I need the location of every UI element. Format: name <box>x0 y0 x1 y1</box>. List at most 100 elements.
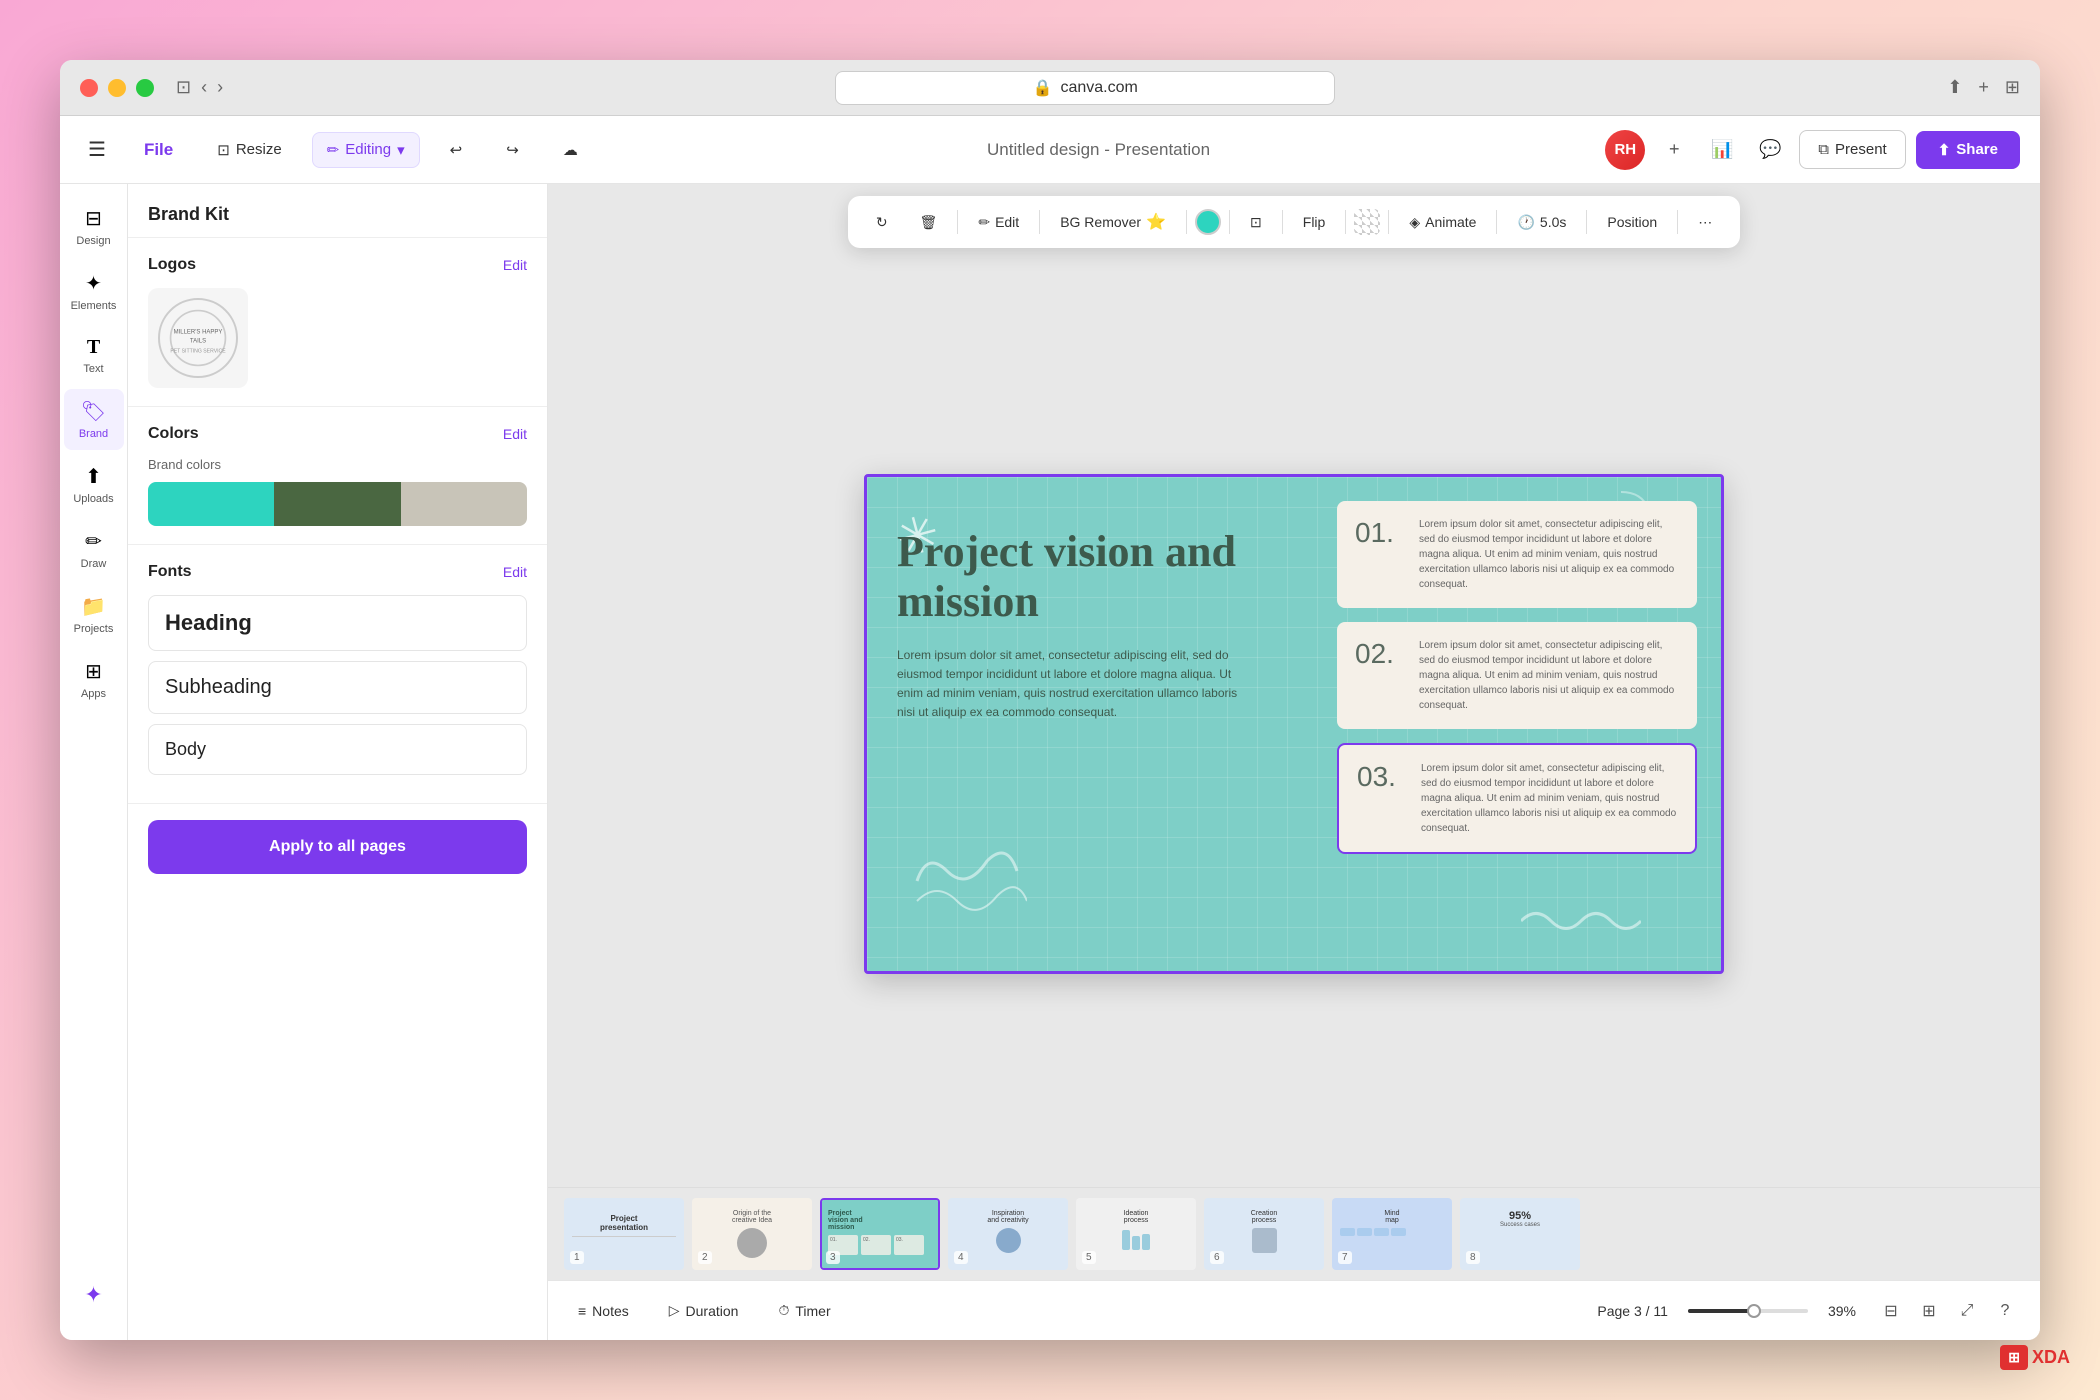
thumbnail-4[interactable]: Inspiration and creativity 4 <box>948 1198 1068 1270</box>
magic-button[interactable]: ✦ <box>64 1272 124 1318</box>
colors-edit-link[interactable]: Edit <box>503 426 527 442</box>
grid-view-button[interactable]: ⊞ <box>1914 1296 1944 1326</box>
toolbar-actions: RH + 📊 💬 ⧉ Present ⬆ Share <box>1605 130 2020 170</box>
spiral-decoration <box>907 841 1027 921</box>
share-icon[interactable]: ⬆ <box>1947 77 1962 98</box>
analytics-button[interactable]: 📊 <box>1703 131 1741 169</box>
fonts-edit-link[interactable]: Edit <box>503 564 527 580</box>
slide-canvas[interactable]: ✳ Project vision and mission Lorem <box>864 474 1724 974</box>
position-button[interactable]: Position <box>1595 206 1669 238</box>
notes-icon: ≡ <box>578 1303 586 1319</box>
color-swatch-teal[interactable] <box>148 482 274 526</box>
divider-10 <box>1677 210 1678 234</box>
divider-1 <box>957 210 958 234</box>
sidebar-item-draw[interactable]: ✏ Draw <box>64 519 124 580</box>
file-button[interactable]: File <box>130 132 187 168</box>
thumbnail-6[interactable]: Creation process 6 <box>1204 1198 1324 1270</box>
nav-forward-icon[interactable]: › <box>217 77 223 98</box>
single-view-button[interactable]: ⊟ <box>1876 1296 1906 1326</box>
app-window: ⊡ ‹ › 🔒 canva.com ⬆ + ⊞ ☰ File ⊡ Resize … <box>60 60 2040 1340</box>
redo-button[interactable]: ↪ <box>492 133 533 167</box>
refresh-button[interactable]: ↻ <box>864 206 900 239</box>
fullscreen-window-button[interactable] <box>136 79 154 97</box>
crop-button[interactable]: ⊡ <box>1238 206 1274 239</box>
color-swatch-beige[interactable] <box>401 482 527 526</box>
animate-button[interactable]: ◈ Animate <box>1397 206 1488 239</box>
card-3-number: 03. <box>1357 761 1407 793</box>
projects-icon: 📁 <box>81 594 106 619</box>
color-picker-button[interactable] <box>1195 209 1221 235</box>
thumbnail-5[interactable]: Ideation process 5 <box>1076 1198 1196 1270</box>
card-1-text: Lorem ipsum dolor sit amet, consectetur … <box>1419 517 1679 592</box>
help-button[interactable]: ? <box>1990 1296 2020 1326</box>
fullscreen-button[interactable]: ⤢ <box>1952 1296 1982 1326</box>
sidebar-item-text[interactable]: T Text <box>64 326 124 385</box>
thumb-8-number: 8 <box>1466 1251 1480 1264</box>
sidebar-item-brand[interactable]: 🏷 Brand <box>64 389 124 450</box>
thumbnail-1[interactable]: Project presentation 1 <box>564 1198 684 1270</box>
duration-button[interactable]: 🕐 5.0s <box>1505 206 1578 239</box>
undo-button[interactable]: ↩ <box>436 133 477 167</box>
comments-button[interactable]: 💬 <box>1751 131 1789 169</box>
divider-3 <box>1186 210 1187 234</box>
add-collaborator-button[interactable]: + <box>1655 131 1693 169</box>
minimize-window-button[interactable] <box>108 79 126 97</box>
slide-main-title: Project vision and mission <box>897 527 1257 628</box>
address-bar[interactable]: 🔒 canva.com <box>835 71 1335 105</box>
sidebar-item-uploads[interactable]: ⬆ Uploads <box>64 454 124 515</box>
new-tab-icon[interactable]: + <box>1978 77 1989 98</box>
slider-thumb[interactable] <box>1747 1304 1761 1318</box>
sidebar-toggle-icon[interactable]: ⊡ <box>176 77 191 98</box>
divider-6 <box>1345 210 1346 234</box>
divider-4 <box>1229 210 1230 234</box>
window-icon[interactable]: ⊞ <box>2005 77 2020 98</box>
thumbnail-7[interactable]: Mind map 7 <box>1332 1198 1452 1270</box>
resize-button[interactable]: ⊡ Resize <box>203 133 295 167</box>
present-button[interactable]: ⧉ Present <box>1799 130 1905 169</box>
zoom-percent: 39% <box>1828 1303 1856 1319</box>
share-button[interactable]: ⬆ Share <box>1916 131 2020 169</box>
logos-edit-link[interactable]: Edit <box>503 257 527 273</box>
body-font-box[interactable]: Body <box>148 724 527 775</box>
user-avatar[interactable]: RH <box>1605 130 1645 170</box>
slide-card-1: 01. Lorem ipsum dolor sit amet, consecte… <box>1337 501 1697 608</box>
sidebar-item-design[interactable]: ⊟ Design <box>64 196 124 257</box>
sidebar-item-elements[interactable]: ✦ Elements <box>64 261 124 322</box>
delete-button[interactable]: 🗑 <box>908 206 950 239</box>
thumb-7-number: 7 <box>1338 1251 1352 1264</box>
cloud-save-button[interactable]: ☁ <box>549 133 592 167</box>
notes-button[interactable]: ≡ Notes <box>568 1297 639 1325</box>
thumbnail-3[interactable]: Project vision and mission 01. 02. 03. 3 <box>820 1198 940 1270</box>
timer-button[interactable]: ⏱ Timer <box>768 1296 840 1325</box>
color-swatch-green[interactable] <box>274 482 400 526</box>
subheading-font-label: Subheading <box>165 676 272 698</box>
timer-icon: ⏱ <box>778 1302 789 1319</box>
more-options-button[interactable]: ⋯ <box>1686 206 1724 239</box>
slider-fill <box>1688 1309 1754 1313</box>
duration-button[interactable]: ▷ Duration <box>659 1296 749 1325</box>
flip-button[interactable]: Flip <box>1291 206 1338 238</box>
editing-button[interactable]: ✏ Editing ▾ <box>312 132 420 168</box>
slide-card-3[interactable]: 03. Lorem ipsum dolor sit amet, consecte… <box>1337 743 1697 854</box>
subheading-font-box[interactable]: Subheading <box>148 661 527 714</box>
slider-track[interactable] <box>1688 1309 1808 1313</box>
star-icon: ⭐ <box>1146 212 1166 232</box>
fonts-section: Fonts Edit Heading Subheading Body <box>128 545 547 804</box>
sidebar-item-projects[interactable]: 📁 Projects <box>64 584 124 645</box>
card-1-number: 01. <box>1355 517 1405 549</box>
close-window-button[interactable] <box>80 79 98 97</box>
transparency-button[interactable] <box>1354 209 1380 235</box>
sidebar-item-apps[interactable]: ⊞ Apps <box>64 649 124 710</box>
divider-2 <box>1039 210 1040 234</box>
card-2-number: 02. <box>1355 638 1405 670</box>
apply-to-all-pages-button[interactable]: Apply to all pages <box>148 820 527 874</box>
thumbnail-8[interactable]: 95% Success cases 8 <box>1460 1198 1580 1270</box>
zoom-slider[interactable] <box>1688 1309 1808 1313</box>
nav-back-icon[interactable]: ‹ <box>201 77 207 98</box>
heading-font-box[interactable]: Heading <box>148 595 527 651</box>
thumbnail-2[interactable]: Origin of the creative Idea 2 <box>692 1198 812 1270</box>
logo-image: MILLER'S HAPPY TAILS PET SITTING SERVICE <box>158 298 238 378</box>
edit-button[interactable]: ✏ Edit <box>966 206 1031 239</box>
menu-button[interactable]: ☰ <box>80 129 114 170</box>
bg-remover-button[interactable]: BG Remover ⭐ <box>1048 204 1178 240</box>
